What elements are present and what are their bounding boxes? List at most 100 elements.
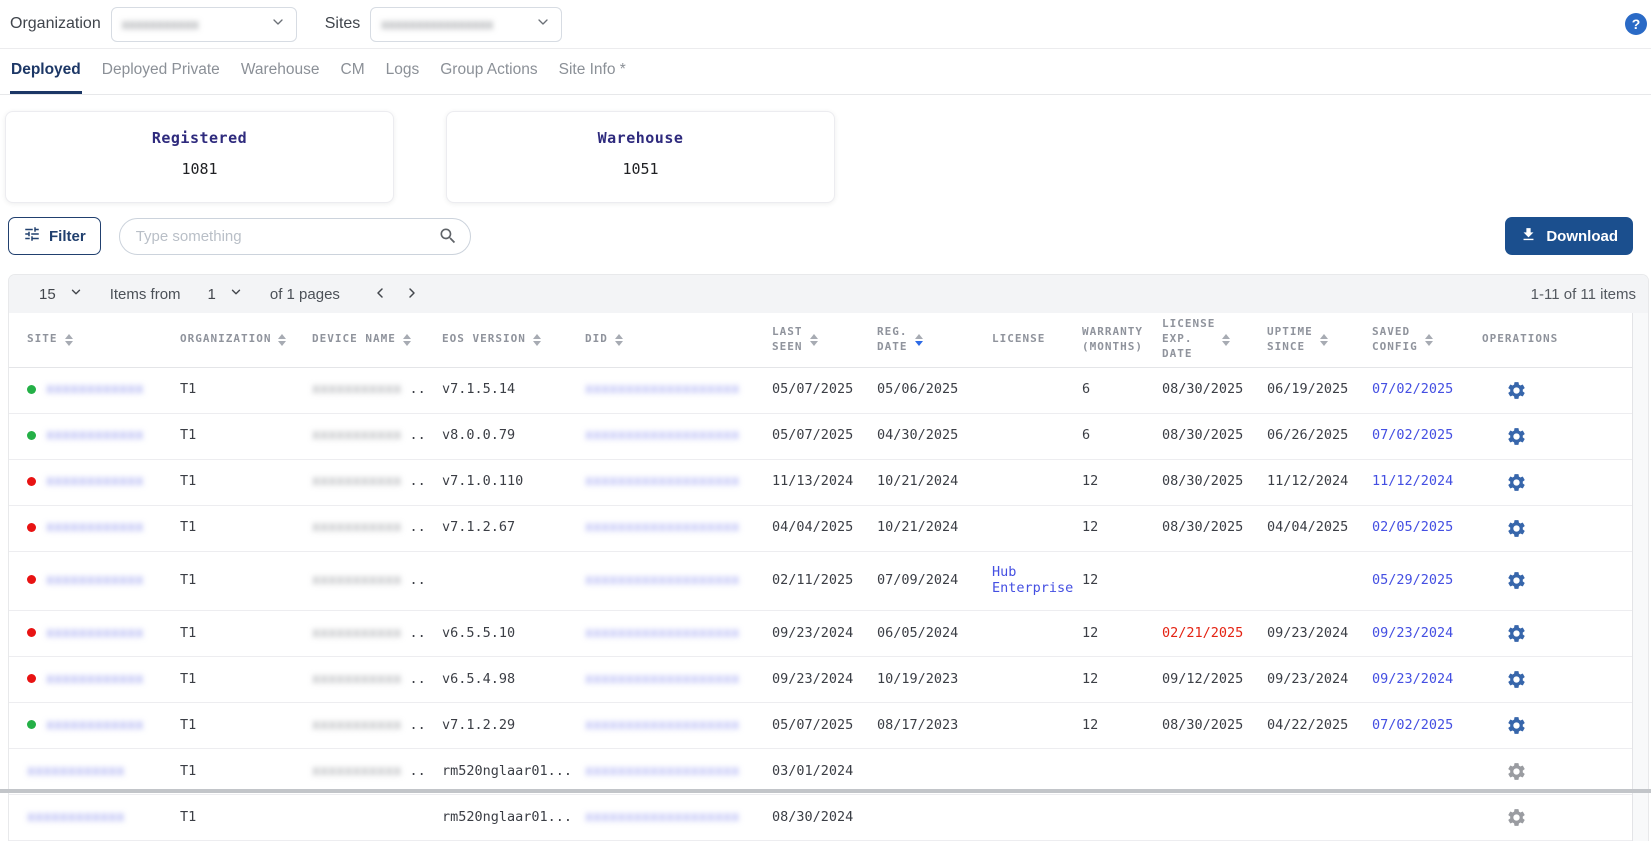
column-header-did[interactable]: DID <box>579 313 766 367</box>
saved-config-link[interactable]: 07/02/2025 <box>1372 427 1453 443</box>
saved-config-cell: 07/02/2025 <box>1366 702 1476 748</box>
sort-icons[interactable] <box>1425 334 1433 346</box>
site-link[interactable]: xxxxxxxxxxxx <box>46 717 144 733</box>
sort-icons[interactable] <box>278 334 286 346</box>
search-input[interactable] <box>119 218 471 255</box>
did-link[interactable]: xxxxxxxxxxxxxxxxxxx <box>585 381 739 397</box>
saved-config-link[interactable]: 09/23/2024 <box>1372 671 1453 687</box>
did-link[interactable]: xxxxxxxxxxxxxxxxxxx <box>585 572 739 588</box>
saved-config-link[interactable]: 09/23/2024 <box>1372 625 1453 641</box>
operations-gear-button[interactable] <box>1506 761 1527 782</box>
top-bar: Organization xxxxxxxxxxx Sites xxxxxxxxx… <box>0 0 1651 49</box>
column-header-reg-date[interactable]: REG. DATE <box>871 313 986 367</box>
site-link[interactable]: xxxxxxxxxxxx <box>46 381 144 397</box>
did-link[interactable]: xxxxxxxxxxxxxxxxxxx <box>585 427 739 443</box>
tab-site-info[interactable]: Site Info * <box>558 49 627 94</box>
organization-cell: T1 <box>174 505 306 551</box>
tab-warehouse[interactable]: Warehouse <box>240 49 321 94</box>
site-link[interactable]: xxxxxxxxxxxx <box>27 763 125 779</box>
column-header-license-exp[interactable]: LICENSE EXP. DATE <box>1156 313 1261 367</box>
sites-select[interactable]: xxxxxxxxxxxxxxxx <box>370 7 562 42</box>
eos-version-cell: rm520nglaar01... <box>436 794 579 840</box>
saved-config-cell: 05/29/2025 <box>1366 551 1476 610</box>
organization-cell: T1 <box>174 367 306 413</box>
pages-count-label: of 1 pages <box>270 286 340 303</box>
organization-select[interactable]: xxxxxxxxxxx <box>111 7 297 42</box>
device-name-redacted: xxxxxxxxxxx <box>312 717 401 733</box>
sort-asc-icon <box>278 334 286 339</box>
table-row: xxxxxxxxxxxxT1xxxxxxxxxxx ..v7.1.2.29xxx… <box>9 702 1632 748</box>
column-header-eos[interactable]: EOS VERSION <box>436 313 579 367</box>
did-link[interactable]: xxxxxxxxxxxxxxxxxxx <box>585 519 739 535</box>
operations-gear-button[interactable] <box>1506 669 1527 690</box>
site-link[interactable]: xxxxxxxxxxxx <box>27 809 125 825</box>
tab-group-actions[interactable]: Group Actions <box>439 49 538 94</box>
column-header-last-seen[interactable]: LAST SEEN <box>766 313 871 367</box>
site-link[interactable]: xxxxxxxxxxxx <box>46 572 144 588</box>
last-seen-cell: 05/07/2025 <box>766 367 871 413</box>
did-cell: xxxxxxxxxxxxxxxxxxx <box>579 702 766 748</box>
did-link[interactable]: xxxxxxxxxxxxxxxxxxx <box>585 763 739 779</box>
site-link[interactable]: xxxxxxxxxxxx <box>46 473 144 489</box>
sort-icons[interactable] <box>403 334 411 346</box>
sort-icons[interactable] <box>533 334 541 346</box>
did-link[interactable]: xxxxxxxxxxxxxxxxxxx <box>585 717 739 733</box>
column-header-site[interactable]: SITE <box>9 313 174 367</box>
horizontal-scrollbar[interactable] <box>0 789 1651 793</box>
did-cell: xxxxxxxxxxxxxxxxxxx <box>579 656 766 702</box>
tab-cm[interactable]: CM <box>340 49 366 94</box>
next-page-button[interactable] <box>402 283 422 306</box>
sort-icons[interactable] <box>615 334 623 346</box>
operations-gear-button[interactable] <box>1506 380 1527 401</box>
search-box <box>119 218 471 255</box>
did-link[interactable]: xxxxxxxxxxxxxxxxxxx <box>585 625 739 641</box>
site-link[interactable]: xxxxxxxxxxxx <box>46 671 144 687</box>
column-header-uptime[interactable]: UPTIME SINCE <box>1261 313 1366 367</box>
license-exp-cell: 08/30/2025 <box>1156 367 1261 413</box>
page-size-select[interactable]: 15 <box>39 285 83 303</box>
saved-config-link[interactable]: 07/02/2025 <box>1372 381 1453 397</box>
operations-gear-button[interactable] <box>1506 518 1527 539</box>
tab-deployed[interactable]: Deployed <box>10 49 82 94</box>
did-link[interactable]: xxxxxxxxxxxxxxxxxxx <box>585 473 739 489</box>
operations-cell <box>1476 794 1632 840</box>
operations-gear-button[interactable] <box>1506 807 1527 828</box>
table-scroll-area: SITEORGANIZATIONDEVICE NAMEEOS VERSIONDI… <box>9 313 1648 841</box>
sort-icons[interactable] <box>1222 334 1230 346</box>
saved-config-link[interactable]: 07/02/2025 <box>1372 717 1453 733</box>
column-header-org[interactable]: ORGANIZATION <box>174 313 306 367</box>
device-name-cell: xxxxxxxxxxx .. <box>306 551 436 610</box>
site-link[interactable]: xxxxxxxxxxxx <box>46 427 144 443</box>
operations-gear-button[interactable] <box>1506 426 1527 447</box>
did-cell: xxxxxxxxxxxxxxxxxxx <box>579 610 766 656</box>
operations-gear-button[interactable] <box>1506 472 1527 493</box>
site-link[interactable]: xxxxxxxxxxxx <box>46 625 144 641</box>
saved-config-link[interactable]: 02/05/2025 <box>1372 519 1453 535</box>
did-link[interactable]: xxxxxxxxxxxxxxxxxxx <box>585 671 739 687</box>
sort-desc-icon <box>1222 341 1230 346</box>
prev-page-button[interactable] <box>370 283 390 306</box>
sort-icons[interactable] <box>810 334 818 346</box>
tab-bar: Deployed Deployed Private Warehouse CM Logs G… <box>0 49 1651 95</box>
table-row: xxxxxxxxxxxxT1rm520nglaar01...xxxxxxxxxx… <box>9 794 1632 840</box>
sort-icons[interactable] <box>915 334 923 346</box>
operations-gear-button[interactable] <box>1506 570 1527 591</box>
saved-config-link[interactable]: 11/12/2024 <box>1372 473 1453 489</box>
operations-gear-button[interactable] <box>1506 623 1527 644</box>
site-link[interactable]: xxxxxxxxxxxx <box>46 519 144 535</box>
column-header-device[interactable]: DEVICE NAME <box>306 313 436 367</box>
vertical-scrollbar[interactable] <box>1632 313 1648 841</box>
filter-button[interactable]: Filter <box>8 217 101 255</box>
sort-icons[interactable] <box>1320 334 1328 346</box>
sort-icons[interactable] <box>65 334 73 346</box>
column-header-saved-config[interactable]: SAVED CONFIG <box>1366 313 1476 367</box>
help-button[interactable]: ? <box>1625 13 1647 35</box>
tab-logs[interactable]: Logs <box>385 49 421 94</box>
did-link[interactable]: xxxxxxxxxxxxxxxxxxx <box>585 809 739 825</box>
eos-version-cell: v8.0.0.79 <box>436 413 579 459</box>
download-button[interactable]: Download <box>1505 217 1633 255</box>
page-select[interactable]: 1 <box>208 285 243 303</box>
operations-gear-button[interactable] <box>1506 715 1527 736</box>
saved-config-link[interactable]: 05/29/2025 <box>1372 572 1453 588</box>
tab-deployed-private[interactable]: Deployed Private <box>101 49 221 94</box>
